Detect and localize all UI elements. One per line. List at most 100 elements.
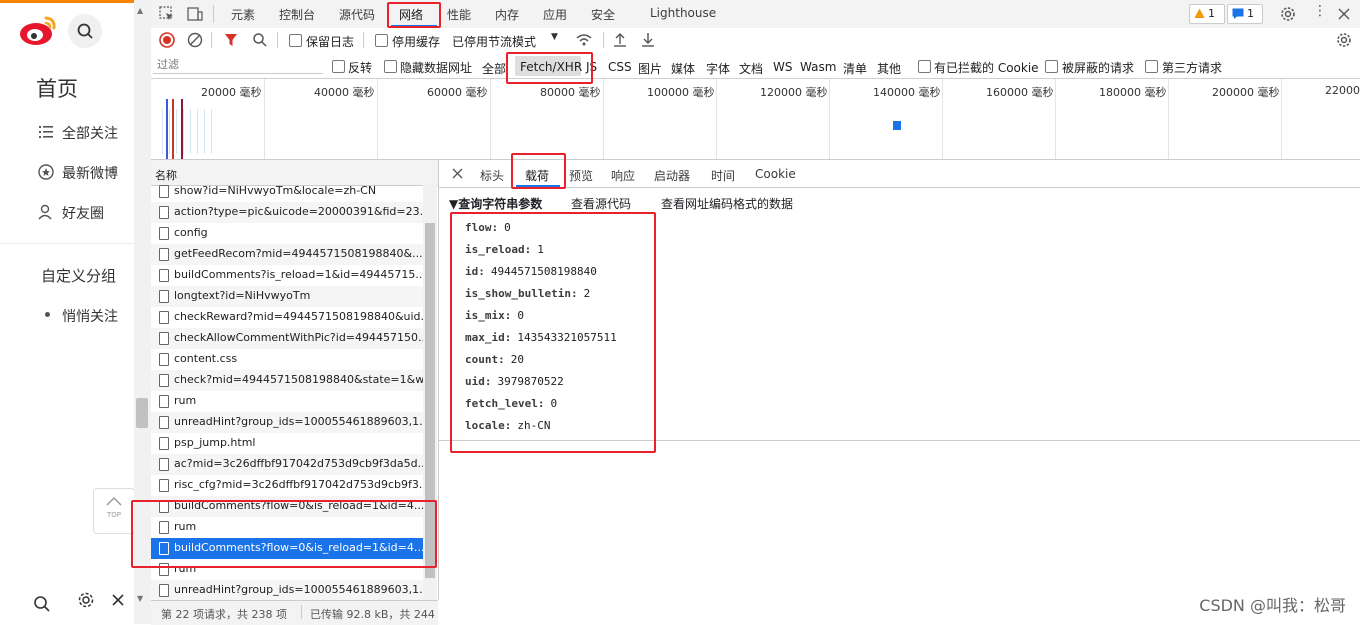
network-status-bar: 第 22 项请求，共 238 项 已传输 92.8 kB，共 244: [151, 600, 438, 625]
export-har-icon[interactable]: [641, 31, 655, 47]
table-row[interactable]: checkReward?mid=4944571508198840&uid...: [151, 307, 423, 328]
table-row[interactable]: psp_jump.html: [151, 433, 423, 454]
tab-headers[interactable]: 标头: [480, 167, 504, 184]
nav-home[interactable]: 首页: [36, 73, 78, 103]
nav-all-follow[interactable]: 全部关注: [62, 123, 118, 143]
request-name: config: [174, 226, 208, 239]
table-row[interactable]: config: [151, 223, 423, 244]
table-row[interactable]: ac?mid=3c26dffbf917042d753d9cb9f3da5d...: [151, 454, 423, 475]
chevron-down-icon[interactable]: ▼: [551, 32, 558, 42]
tab-security[interactable]: 安全: [591, 6, 615, 23]
table-row[interactable]: longtext?id=NiHvwyoTm: [151, 286, 423, 307]
weibo-logo-icon[interactable]: [18, 14, 58, 46]
tab-sources[interactable]: 源代码: [339, 6, 375, 23]
search-icon[interactable]: [252, 32, 268, 48]
tab-timing[interactable]: 时间: [711, 167, 735, 184]
preserve-log-checkbox[interactable]: [289, 34, 302, 47]
blocked-cookies-label: 有已拦截的 Cookie: [934, 61, 1039, 75]
table-row[interactable]: show?id=NiHvwyoTm&locale=zh-CN: [151, 185, 423, 202]
timeline-overview[interactable]: 20000 毫秒 40000 毫秒 60000 毫秒 80000 毫秒 1000…: [151, 79, 1360, 160]
search-icon[interactable]: [33, 595, 51, 613]
table-row[interactable]: checkAllowCommentWithPic?id=494457150...: [151, 328, 423, 349]
settings-gear-icon[interactable]: [1280, 6, 1296, 22]
filter-type-wasm[interactable]: Wasm: [800, 60, 836, 74]
disable-cache-checkbox[interactable]: [375, 34, 388, 47]
network-settings-gear-icon[interactable]: [1336, 32, 1352, 48]
scrollbar-thumb[interactable]: [136, 398, 148, 428]
close-detail-icon[interactable]: [452, 168, 463, 179]
tab-preview[interactable]: 预览: [569, 167, 593, 184]
back-to-top-button[interactable]: TOP: [93, 488, 135, 534]
filter-type-css[interactable]: CSS: [608, 60, 632, 74]
messages-counter[interactable]: 1: [1227, 4, 1263, 24]
close-icon[interactable]: [111, 593, 125, 607]
filter-funnel-icon[interactable]: [224, 33, 238, 47]
blocked-requests-checkbox[interactable]: [1045, 60, 1058, 73]
weibo-search-button[interactable]: [68, 14, 102, 48]
gear-icon[interactable]: [77, 591, 95, 609]
table-row[interactable]: unreadHint?group_ids=100055461889603,1..…: [151, 580, 423, 600]
tab-elements[interactable]: 元素: [231, 6, 255, 23]
invert-checkbox[interactable]: [332, 60, 345, 73]
scroll-down-arrow-icon[interactable]: ▼: [137, 594, 143, 603]
filter-type-other[interactable]: 其他: [877, 60, 901, 77]
tab-initiator[interactable]: 启动器: [654, 167, 690, 184]
query-string-section-toggle[interactable]: ▼查询字符串参数: [449, 195, 542, 212]
tab-application[interactable]: 应用: [543, 6, 567, 23]
table-row[interactable]: unreadHint?group_ids=100055461889603,1..…: [151, 412, 423, 433]
record-stop-icon[interactable]: [159, 32, 175, 48]
inspect-element-icon[interactable]: [159, 6, 175, 22]
close-devtools-icon[interactable]: [1338, 8, 1350, 20]
device-toolbar-icon[interactable]: [187, 6, 203, 22]
timeline-request-bars: [156, 109, 216, 154]
throttling-select[interactable]: 已停用节流模式: [452, 33, 536, 50]
tab-lighthouse[interactable]: Lighthouse: [650, 6, 716, 20]
network-conditions-icon[interactable]: [575, 32, 593, 48]
divider: [277, 32, 278, 48]
table-row[interactable]: action?type=pic&uicode=20000391&fid=23..…: [151, 202, 423, 223]
tab-console[interactable]: 控制台: [279, 6, 315, 23]
table-row[interactable]: rum: [151, 391, 423, 412]
scroll-up-arrow-icon[interactable]: ▲: [137, 6, 143, 15]
filter-type-font[interactable]: 字体: [706, 60, 730, 77]
annotation-box-network-tab: [387, 2, 441, 28]
clear-icon[interactable]: [187, 32, 203, 48]
more-options-icon[interactable]: ⋮: [1313, 3, 1327, 19]
filter-type-img[interactable]: 图片: [638, 60, 662, 77]
hide-data-urls-label: 隐藏数据网址: [400, 61, 473, 75]
timeline-label: 140000 毫秒: [873, 86, 941, 99]
nav-latest[interactable]: 最新微博: [62, 163, 118, 183]
filter-input[interactable]: [153, 56, 323, 74]
tab-response[interactable]: 响应: [611, 167, 635, 184]
bullet-dot: [45, 312, 50, 317]
table-row[interactable]: check?mid=4944571508198840&state=1&w...: [151, 370, 423, 391]
request-name: checkReward?mid=4944571508198840&uid...: [174, 310, 423, 323]
request-name: psp_jump.html: [174, 436, 256, 449]
tab-cookies[interactable]: Cookie: [755, 167, 796, 181]
hide-data-urls-checkbox[interactable]: [384, 60, 397, 73]
file-icon: [159, 332, 169, 345]
request-name: unreadHint?group_ids=100055461889603,1..…: [174, 415, 423, 428]
filter-type-manifest[interactable]: 清单: [843, 60, 867, 77]
blocked-cookies-checkbox[interactable]: [918, 60, 931, 73]
divider: [363, 32, 364, 48]
table-row[interactable]: risc_cfg?mid=3c26dffbf917042d753d9cb9f3.…: [151, 475, 423, 496]
view-source-link[interactable]: 查看源代码: [571, 195, 631, 212]
third-party-checkbox[interactable]: [1145, 60, 1158, 73]
table-row[interactable]: content.css: [151, 349, 423, 370]
import-har-icon[interactable]: [613, 31, 627, 47]
filter-type-doc[interactable]: 文档: [739, 60, 763, 77]
tab-performance[interactable]: 性能: [447, 6, 471, 23]
request-list-header[interactable]: 名称: [151, 160, 438, 186]
table-row[interactable]: getFeedRecom?mid=4944571508198840&...: [151, 244, 423, 265]
table-row[interactable]: buildComments?is_reload=1&id=49445715...: [151, 265, 423, 286]
view-url-encoded-link[interactable]: 查看网址编码格式的数据: [661, 195, 793, 212]
warnings-counter[interactable]: 1: [1189, 4, 1225, 24]
nav-secret-follow[interactable]: 悄悄关注: [62, 306, 118, 326]
filter-type-ws[interactable]: WS: [773, 60, 792, 74]
filter-type-media[interactable]: 媒体: [671, 60, 695, 77]
filter-type-all[interactable]: 全部: [482, 60, 506, 77]
tab-memory[interactable]: 内存: [495, 6, 519, 23]
annotation-box-query-params: [450, 212, 656, 453]
nav-friends[interactable]: 好友圈: [62, 203, 104, 223]
